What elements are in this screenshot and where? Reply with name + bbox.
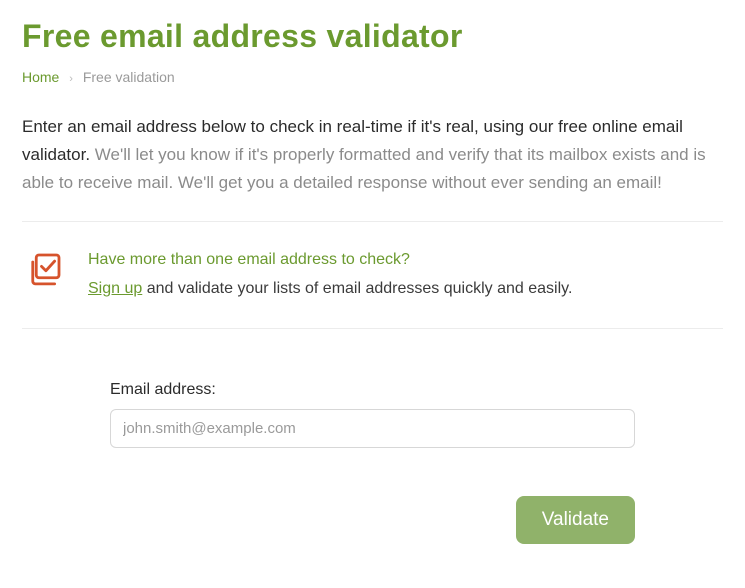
divider [22,221,723,222]
signup-link[interactable]: Sign up [88,280,142,297]
intro-rest: We'll let you know if it's properly form… [22,145,706,192]
email-input[interactable] [110,409,635,448]
multi-check-icon [24,248,66,290]
page-title: Free email address validator [22,18,723,55]
form-actions: Validate [110,496,635,544]
validation-form: Email address: Validate [22,343,723,564]
callout: Have more than one email address to chec… [22,236,723,314]
email-label: Email address: [110,381,635,399]
callout-rest: and validate your lists of email address… [142,280,572,297]
divider [22,328,723,329]
callout-question: Have more than one email address to chec… [88,246,572,275]
callout-text: Have more than one email address to chec… [88,246,572,304]
intro-text: Enter an email address below to check in… [22,113,723,197]
intro-lead: Enter an email address below to check in… [22,117,484,136]
breadcrumb-home-link[interactable]: Home [22,69,59,85]
breadcrumb-current: Free validation [83,69,175,85]
breadcrumb: Home › Free validation [22,69,723,85]
validate-button[interactable]: Validate [516,496,635,544]
chevron-right-icon: › [69,73,73,85]
